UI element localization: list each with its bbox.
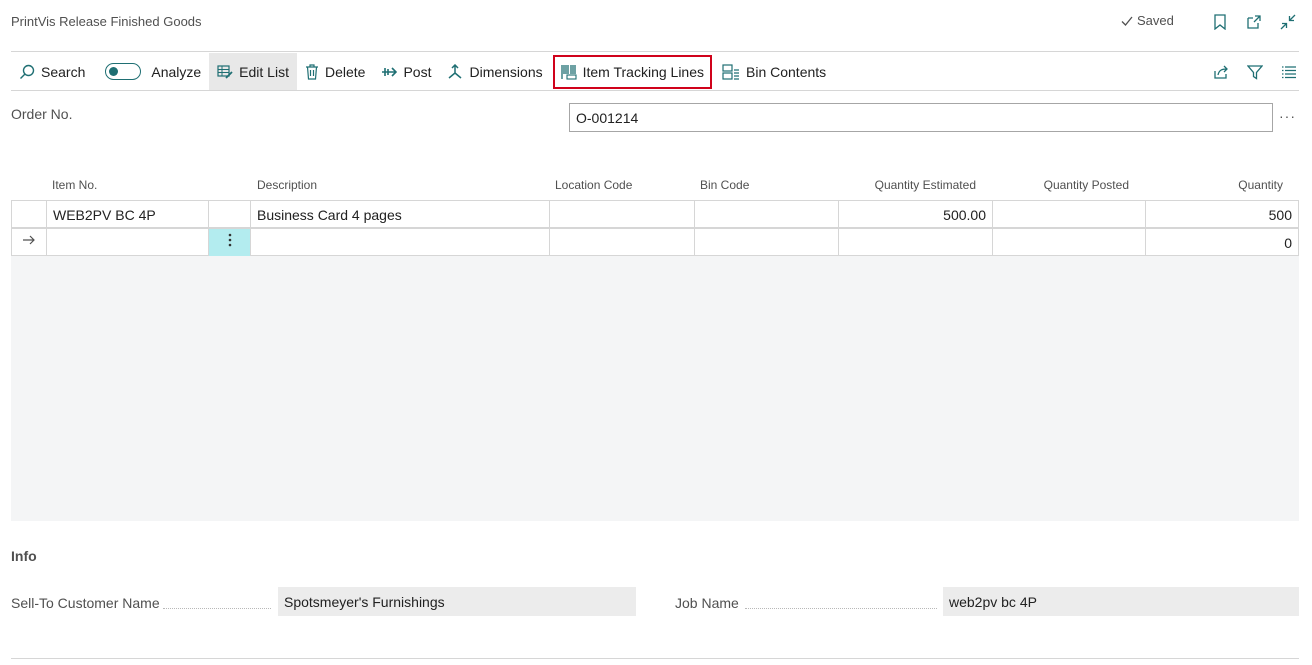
row-indicator[interactable] [11,201,46,228]
dotted-leader [745,595,937,609]
dimensions-icon [448,63,462,79]
column-header-quantity[interactable]: Quantity [1238,178,1283,192]
row-action-cell[interactable] [208,201,250,228]
job-name-value: web2pv bc 4P [943,587,1299,616]
item-tracking-lines-button[interactable]: Item Tracking Lines [552,54,712,89]
job-name-label: Job Name [675,595,739,611]
location-code-cell[interactable] [549,229,694,256]
toggle-switch[interactable] [105,63,142,80]
column-header-description[interactable]: Description [257,178,317,192]
analyze-label: Analyze [151,63,202,80]
bin-code-cell[interactable] [694,201,838,228]
dimensions-button[interactable]: Dimensions [439,53,550,90]
bookmark-icon[interactable] [1210,12,1230,32]
trash-icon [305,63,318,80]
filter-icon[interactable] [1245,62,1265,82]
vertical-ellipsis-icon [228,233,231,247]
save-status: Saved [1120,13,1174,28]
location-code-cell[interactable] [549,201,694,228]
quantity-cell[interactable]: 0 [1145,229,1299,256]
quantity-estimated-cell [838,229,992,256]
divider [11,51,1299,52]
order-no-field[interactable] [569,103,1273,132]
column-header-bin-code[interactable]: Bin Code [700,178,749,192]
item-tracking-lines-label: Item Tracking Lines [582,63,704,80]
bin-code-cell[interactable] [694,229,838,256]
dimensions-label: Dimensions [469,63,543,80]
edit-list-icon [217,64,233,79]
description-cell[interactable] [250,229,549,256]
current-row-indicator[interactable] [11,229,46,256]
search-button[interactable]: Search [11,53,93,90]
bin-contents-icon [722,63,739,80]
sell-to-customer-name-value: Spotsmeyer's Furnishings [278,587,636,616]
quantity-estimated-cell: 500.00 [838,201,992,228]
share-icon[interactable] [1211,62,1231,82]
column-header-quantity-estimated[interactable]: Quantity Estimated [875,178,976,192]
post-button[interactable]: Post [373,53,439,90]
delete-label: Delete [324,63,366,80]
lines-grid: WEB2PV BC 4P Business Card 4 pages 500.0… [11,200,1299,521]
column-header-location-code[interactable]: Location Code [555,178,632,192]
dotted-leader [163,595,271,609]
bin-contents-label: Bin Contents [746,63,827,80]
divider [11,90,1299,91]
post-label: Post [403,63,432,80]
page-title: PrintVis Release Finished Goods [11,14,202,29]
quantity-posted-cell [992,201,1145,228]
bin-contents-button[interactable]: Bin Contents [714,53,834,90]
action-bar: Search Analyze Edit List Delete Post Dim… [11,53,1299,90]
search-label: Search [41,63,86,80]
search-icon [20,64,35,79]
grid-header: Item No. Description Location Code Bin C… [11,178,1299,194]
column-header-quantity-posted[interactable]: Quantity Posted [1044,178,1129,192]
column-header-item-no[interactable]: Item No. [52,178,97,192]
divider [11,658,1299,659]
item-no-cell[interactable]: WEB2PV BC 4P [46,201,208,228]
checkmark-icon [1121,16,1133,26]
barcode-icon [560,64,577,80]
post-icon [382,66,398,77]
row-menu-button[interactable] [208,229,250,256]
table-row[interactable]: 0 [11,228,1299,256]
quantity-cell[interactable]: 500 [1145,201,1299,228]
sell-to-customer-name-label: Sell-To Customer Name [11,595,160,611]
more-options-icon[interactable]: ··· [1279,108,1296,124]
list-view-icon[interactable] [1279,62,1299,82]
description-cell[interactable]: Business Card 4 pages [250,201,549,228]
arrow-right-icon [23,235,35,245]
item-no-cell[interactable] [46,229,208,256]
analyze-toggle[interactable]: Analyze [93,53,209,90]
quantity-posted-cell [992,229,1145,256]
order-no-label: Order No. [11,106,73,122]
collapse-icon[interactable] [1278,12,1298,32]
table-row[interactable]: WEB2PV BC 4P Business Card 4 pages 500.0… [11,200,1299,228]
edit-list-button[interactable]: Edit List [209,53,297,90]
delete-button[interactable]: Delete [297,53,373,90]
save-status-label: Saved [1137,13,1174,28]
edit-list-label: Edit List [239,63,289,80]
info-section-title[interactable]: Info [11,548,37,564]
open-new-window-icon[interactable] [1244,12,1264,32]
